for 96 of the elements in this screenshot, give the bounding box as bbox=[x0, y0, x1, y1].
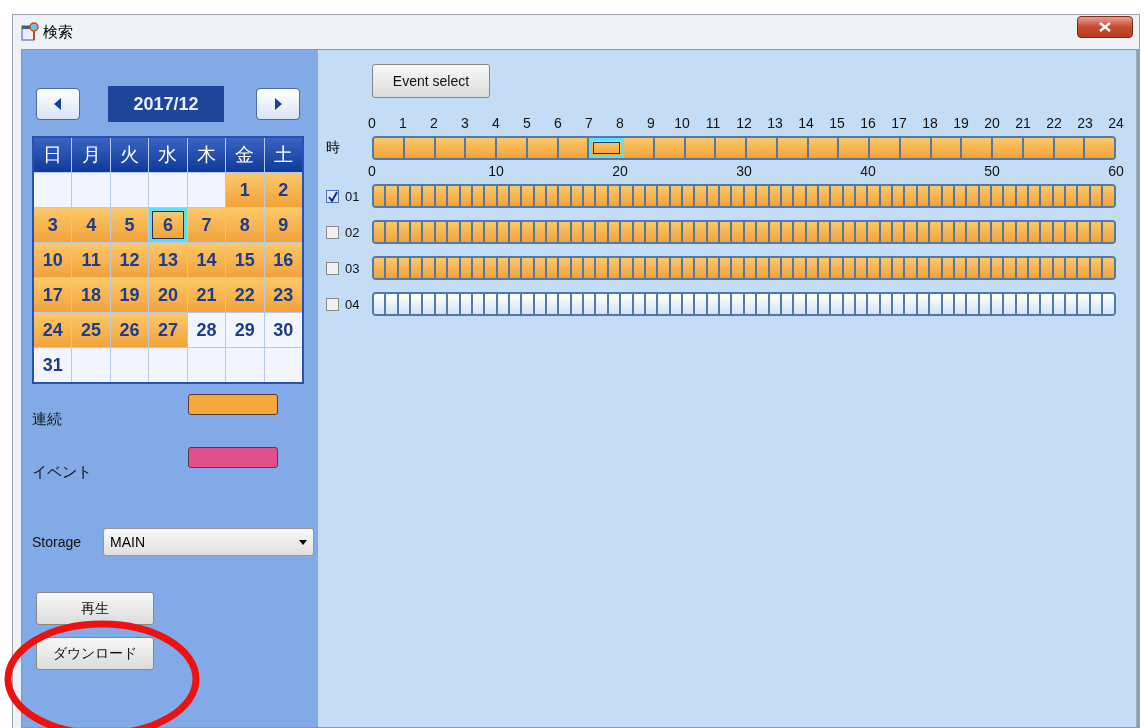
axis-tick-label: 22 bbox=[1046, 115, 1062, 131]
axis-tick-label: 50 bbox=[984, 163, 1000, 179]
calendar-day[interactable]: 13 bbox=[149, 243, 187, 277]
calendar-day[interactable]: 17 bbox=[34, 278, 72, 312]
calendar-day[interactable]: 31 bbox=[34, 348, 72, 382]
axis-tick-label: 13 bbox=[767, 115, 783, 131]
next-month-button[interactable] bbox=[256, 88, 300, 120]
weekday-header: 月 bbox=[72, 138, 110, 172]
weekday-header: 日 bbox=[34, 138, 72, 172]
axis-tick-label: 1 bbox=[399, 115, 407, 131]
right-triangle-icon bbox=[274, 98, 282, 110]
axis-tick-label: 0 bbox=[368, 115, 376, 131]
calendar-day[interactable]: 24 bbox=[34, 313, 72, 347]
channel-checkbox[interactable] bbox=[326, 225, 339, 239]
calendar-day[interactable]: 10 bbox=[34, 243, 72, 277]
calendar-day[interactable]: 21 bbox=[187, 278, 226, 312]
axis-tick-label: 11 bbox=[705, 115, 721, 131]
axis-tick-label: 4 bbox=[492, 115, 500, 131]
calendar-day[interactable]: 22 bbox=[226, 278, 264, 312]
calendar-day[interactable]: 14 bbox=[187, 243, 226, 277]
window-title: 検索 bbox=[43, 22, 73, 42]
axis-tick-label: 9 bbox=[647, 115, 655, 131]
legend-label: 連続 bbox=[32, 410, 62, 429]
axis-tick-label: 17 bbox=[891, 115, 907, 131]
axis-tick-label: 14 bbox=[798, 115, 814, 131]
calendar-day[interactable]: 30 bbox=[264, 313, 302, 347]
calendar-day[interactable]: 11 bbox=[72, 243, 110, 277]
channel-label: 01 bbox=[345, 188, 360, 204]
hour-label: 時 bbox=[326, 139, 340, 157]
axis-tick-label: 21 bbox=[1015, 115, 1031, 131]
axis-tick-label: 10 bbox=[674, 115, 690, 131]
axis-tick-label: 10 bbox=[488, 163, 504, 179]
channel-label: 02 bbox=[345, 224, 360, 240]
close-button[interactable] bbox=[1077, 16, 1133, 38]
calendar-search-icon bbox=[21, 22, 39, 42]
axis-tick-label: 20 bbox=[612, 163, 628, 179]
axis-tick-label: 2 bbox=[430, 115, 438, 131]
calendar-day[interactable]: 16 bbox=[264, 243, 302, 277]
axis-tick-label: 19 bbox=[953, 115, 969, 131]
calendar-day[interactable]: 27 bbox=[149, 313, 187, 347]
axis-tick-label: 24 bbox=[1108, 115, 1124, 131]
axis-tick-label: 0 bbox=[368, 163, 376, 179]
axis-tick-label: 16 bbox=[860, 115, 876, 131]
calendar-day[interactable]: 20 bbox=[149, 278, 187, 312]
calendar-day[interactable]: 1 bbox=[226, 173, 264, 207]
event-select-button[interactable]: Event select bbox=[372, 64, 490, 98]
calendar-day[interactable]: 5 bbox=[110, 208, 149, 242]
legend-label: イベント bbox=[32, 463, 92, 482]
calendar-day[interactable]: 8 bbox=[226, 208, 264, 242]
dropdown-caret-icon bbox=[299, 539, 307, 545]
calendar-day[interactable]: 2 bbox=[264, 173, 302, 207]
calendar-day[interactable]: 4 bbox=[72, 208, 110, 242]
calendar-day[interactable]: 12 bbox=[110, 243, 149, 277]
axis-tick-label: 23 bbox=[1077, 115, 1093, 131]
calendar-day[interactable]: 23 bbox=[264, 278, 302, 312]
previous-month-button[interactable] bbox=[36, 88, 80, 120]
weekday-header: 金 bbox=[226, 138, 264, 172]
axis-tick-label: 40 bbox=[860, 163, 876, 179]
channel-checkbox[interactable] bbox=[326, 189, 339, 203]
storage-label: Storage bbox=[32, 534, 82, 550]
close-icon bbox=[1099, 22, 1111, 32]
axis-tick-label: 7 bbox=[585, 115, 593, 131]
calendar-day[interactable]: 26 bbox=[110, 313, 149, 347]
axis-tick-label: 18 bbox=[922, 115, 938, 131]
calendar-day[interactable]: 7 bbox=[187, 208, 226, 242]
storage-dropdown[interactable]: MAIN bbox=[103, 528, 314, 556]
calendar-day[interactable]: 25 bbox=[72, 313, 110, 347]
left-triangle-icon bbox=[54, 98, 62, 110]
axis-tick-label: 3 bbox=[461, 115, 469, 131]
calendar-day[interactable]: 18 bbox=[72, 278, 110, 312]
channel-checkbox[interactable] bbox=[326, 297, 339, 311]
channel-checkbox[interactable] bbox=[326, 261, 339, 275]
calendar-day[interactable]: 6 bbox=[149, 208, 187, 242]
calendar-day[interactable]: 28 bbox=[187, 313, 226, 347]
calendar-day[interactable]: 9 bbox=[264, 208, 302, 242]
action-button[interactable]: 再生 bbox=[36, 592, 154, 625]
axis-tick-label: 60 bbox=[1108, 163, 1124, 179]
action-button[interactable]: ダウンロード bbox=[36, 637, 154, 670]
calendar-day[interactable]: 3 bbox=[34, 208, 72, 242]
channel-label: 04 bbox=[345, 296, 360, 312]
axis-tick-label: 5 bbox=[523, 115, 531, 131]
weekday-header: 木 bbox=[187, 138, 226, 172]
month-label: 2017/12 bbox=[108, 86, 224, 122]
axis-tick-label: 20 bbox=[984, 115, 1000, 131]
calendar-day[interactable]: 15 bbox=[226, 243, 264, 277]
axis-tick-label: 15 bbox=[829, 115, 845, 131]
channel-label: 03 bbox=[345, 260, 360, 276]
calendar-day[interactable]: 29 bbox=[226, 313, 264, 347]
axis-tick-label: 30 bbox=[736, 163, 752, 179]
axis-tick-label: 12 bbox=[736, 115, 752, 131]
calendar-day[interactable]: 19 bbox=[110, 278, 149, 312]
axis-tick-label: 6 bbox=[554, 115, 562, 131]
axis-tick-label: 8 bbox=[616, 115, 624, 131]
weekday-header: 土 bbox=[264, 138, 302, 172]
weekday-header: 水 bbox=[149, 138, 187, 172]
weekday-header: 火 bbox=[110, 138, 149, 172]
